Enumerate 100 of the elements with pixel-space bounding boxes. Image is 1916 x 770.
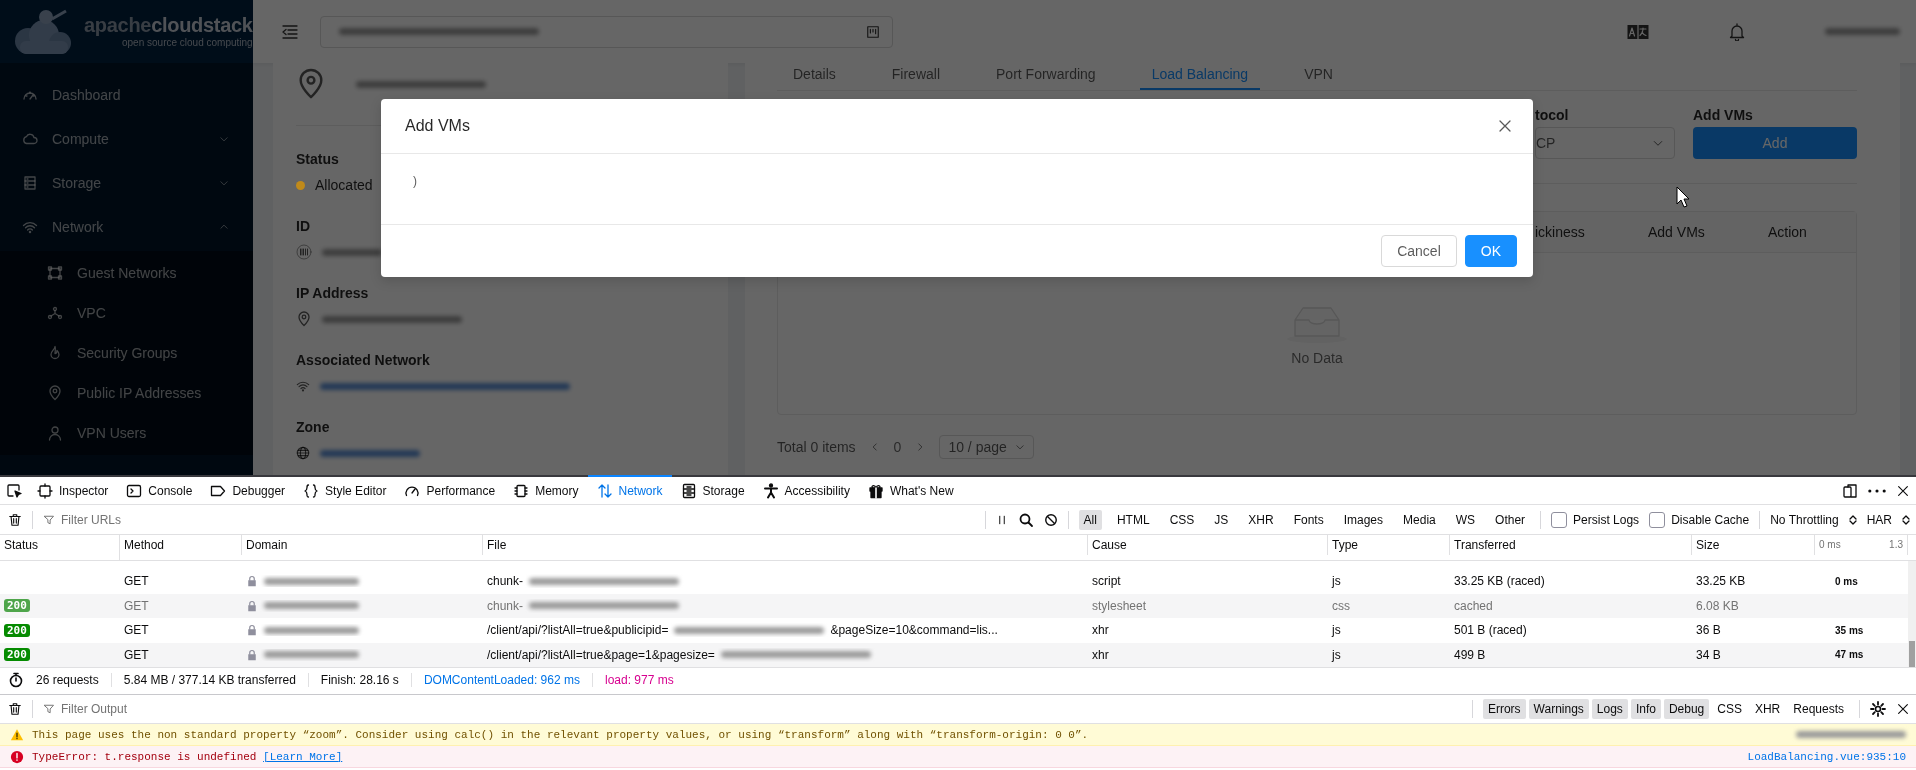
close-icon xyxy=(1896,702,1910,716)
mouse-cursor-icon xyxy=(1676,186,1690,208)
menu-fold-icon xyxy=(280,22,300,41)
devtools-tab[interactable]: Debugger xyxy=(201,477,295,504)
table-cell-text: 501 B (raced) xyxy=(1453,623,1528,638)
message-text: TypeError: t.response is undefined [Learn More] xyxy=(32,750,344,763)
checkbox-label: Persist Logs xyxy=(1573,512,1640,527)
filter-field[interactable]: Filter Output xyxy=(43,702,128,716)
devtools-tab[interactable]: Network xyxy=(587,475,672,504)
devtools-tab[interactable]: Storage xyxy=(671,477,754,504)
table-cell-text: 33.25 KB (raced) xyxy=(1453,574,1546,589)
console-icon xyxy=(126,482,143,499)
table-cell-text: 6.08 KB xyxy=(1695,598,1740,613)
devtools-tab[interactable]: Inspector xyxy=(28,477,118,504)
type-filter-button[interactable]: HTML xyxy=(1111,509,1155,530)
log-filter-button[interactable]: XHR xyxy=(1749,699,1786,719)
timing-label: 47 ms xyxy=(1835,649,1864,661)
file-text: /client/api/?listAll=true&page=1&pagesize= xyxy=(487,647,715,662)
search-field[interactable] xyxy=(320,15,893,48)
type-filter-button[interactable]: CSS xyxy=(1164,509,1200,530)
log-filter-button[interactable]: Debug xyxy=(1663,699,1710,719)
redacted-text xyxy=(322,248,382,256)
log-filter-button[interactable]: CSS xyxy=(1712,699,1747,719)
block-icon xyxy=(1043,512,1058,527)
column-header[interactable]: Type xyxy=(1328,535,1450,555)
bell-icon xyxy=(1729,22,1745,41)
status-text: Allocated xyxy=(315,176,373,195)
request-row[interactable]: 200 GET /client/api/?listAll=true&publicipid= &pageSize=10&command=lis... xhr js 501 B (raced) 36 B 35 ms xyxy=(0,618,1908,643)
log-filter-button[interactable]: Info xyxy=(1630,699,1661,719)
translate-icon xyxy=(1627,23,1649,40)
table-cell-text: xhr xyxy=(1091,647,1110,662)
logo-tagline: open source cloud computing xyxy=(121,37,253,48)
timeline-tick: 1.3 xyxy=(1889,539,1903,551)
type-filter-button[interactable]: JS xyxy=(1209,509,1234,530)
type-filter-button[interactable]: XHR xyxy=(1243,509,1279,530)
status-badge: 200 xyxy=(4,599,30,613)
column-header[interactable]: Cause xyxy=(1088,535,1328,555)
har-menu[interactable]: HAR xyxy=(1866,512,1892,527)
funnel-icon xyxy=(43,513,55,526)
summary-text: Finish: 28.16 s xyxy=(308,673,412,687)
source-link[interactable]: LoadBalancing.vue:935:10 xyxy=(1747,750,1906,763)
stopwatch-icon xyxy=(8,672,24,688)
column-header[interactable]: Size xyxy=(1692,535,1815,555)
field-label: Add VMs xyxy=(1693,106,1754,125)
type-filter-button[interactable]: All xyxy=(1078,509,1102,530)
column-header: Add VMs xyxy=(1648,224,1706,240)
file-text: chunk- xyxy=(487,598,524,613)
more-icon xyxy=(1868,488,1886,493)
checkbox[interactable] xyxy=(1649,511,1666,528)
empty-text: No Data xyxy=(1291,349,1343,366)
column-header[interactable]: Domain xyxy=(242,535,483,555)
cancel-button[interactable]: Cancel xyxy=(1381,235,1457,267)
accessibility-icon xyxy=(762,482,779,499)
devtools-tab[interactable]: Console xyxy=(117,477,202,504)
table-cell-text: 36 B xyxy=(1695,623,1722,638)
column-header: Action xyxy=(1768,224,1808,240)
column-header[interactable]: File xyxy=(483,535,1088,555)
summary-text: DOMContentLoaded: 962 ms xyxy=(411,673,593,687)
table-cell-text: cached xyxy=(1453,598,1494,613)
learn-more-link[interactable]: [Learn More] xyxy=(263,750,343,763)
scrollbar[interactable] xyxy=(1908,561,1916,667)
table-cell-text: xhr xyxy=(1091,623,1110,638)
calendar-icon xyxy=(866,24,880,39)
table-cell-text: GET xyxy=(123,598,150,613)
log-filter-button[interactable]: Requests xyxy=(1788,699,1849,719)
request-row[interactable]: 200 GET chunk- stylesheet css cached 6.08 KB xyxy=(0,593,1908,618)
column-header[interactable]: Transferred xyxy=(1450,535,1692,555)
table-cell-text: js xyxy=(1330,647,1342,662)
throttling-select[interactable]: No Throttling xyxy=(1770,512,1839,527)
responsive-icon xyxy=(1842,482,1858,499)
devtools-tab[interactable]: Memory xyxy=(504,477,588,504)
field-label: Associated Network xyxy=(296,351,431,370)
log-filter-button[interactable]: Errors xyxy=(1482,699,1526,719)
status-badge: 200 xyxy=(4,623,30,637)
table-cell-text: js xyxy=(1330,574,1342,589)
devtools-tab[interactable]: Performance xyxy=(395,477,505,504)
type-filter-button[interactable]: Fonts xyxy=(1288,509,1329,530)
type-filter-button[interactable]: Images xyxy=(1338,509,1389,530)
up-down-caret-icon xyxy=(1902,513,1910,526)
log-filter-button[interactable]: Warnings xyxy=(1528,699,1589,719)
devtools-tab[interactable]: Style Editor xyxy=(294,477,396,504)
devtools-tab[interactable]: What's New xyxy=(858,477,963,504)
checkbox[interactable] xyxy=(1551,511,1568,528)
table-cell-text: 499 B xyxy=(1453,647,1487,662)
close-icon xyxy=(1497,118,1513,134)
filter-field[interactable]: Filter URLs xyxy=(43,512,121,527)
dialog-body-text: ) xyxy=(413,174,417,188)
column-header[interactable]: Status xyxy=(0,535,120,555)
request-row[interactable]: 200 GET /client/api/?listAll=true&page=1&pagesize= xhr js 499 B 34 B 47 ms xyxy=(0,642,1908,667)
request-row[interactable]: GET chunk- script js 33.25 KB (raced) 33.25 KB 0 ms xyxy=(0,569,1908,594)
field-label: IP Address xyxy=(296,284,370,303)
column-header: ickiness xyxy=(1535,224,1586,240)
log-filter-button[interactable]: Logs xyxy=(1591,699,1628,719)
lock-icon xyxy=(246,624,258,637)
type-filter-button[interactable]: WS xyxy=(1450,509,1481,530)
devtools-tab[interactable]: Accessibility xyxy=(753,477,859,504)
type-filter-button[interactable]: Media xyxy=(1398,509,1441,530)
column-header[interactable]: Method xyxy=(120,535,242,555)
settings-icon xyxy=(1870,701,1886,717)
type-filter-button[interactable]: Other xyxy=(1490,509,1531,530)
